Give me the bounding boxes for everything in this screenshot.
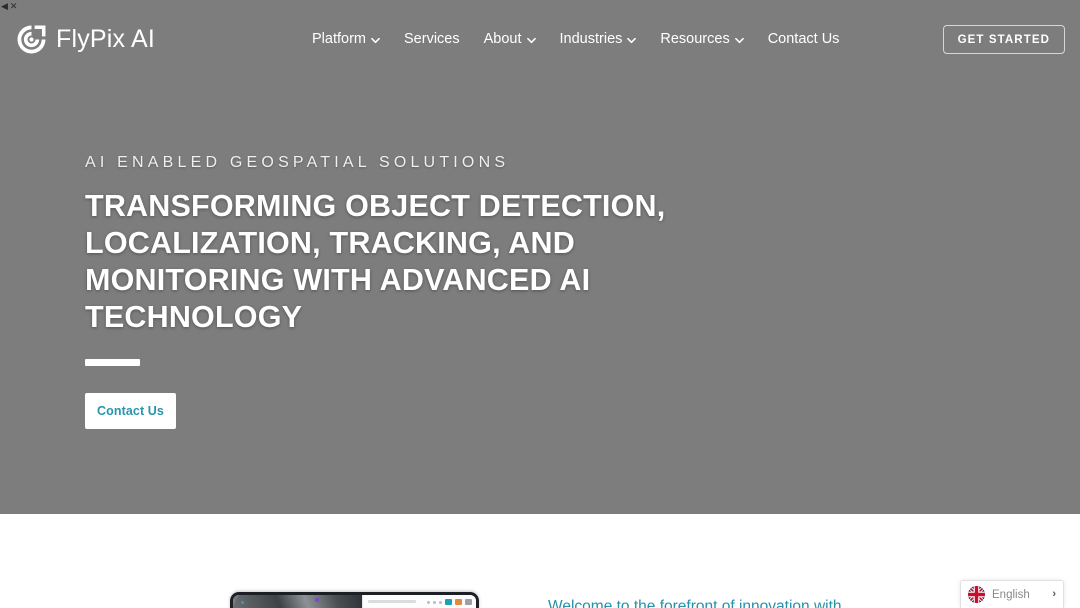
device-chip-teal [445, 599, 452, 605]
speaker-mute-icon[interactable]: ◀ [1, 2, 8, 11]
device-side-panel [361, 595, 476, 608]
map-detection-marker [315, 598, 320, 602]
language-selector[interactable]: English › [960, 580, 1064, 608]
nav-item-resources[interactable]: Resources [648, 28, 755, 50]
dot-icon [433, 600, 436, 604]
nav-item-label: Resources [660, 31, 730, 47]
hero-title: TRANSFORMING OBJECT DETECTION, LOCALIZAT… [85, 189, 666, 334]
nav-item-label: Services [404, 31, 460, 47]
intro-welcome-text: Welcome to the forefront of innovation w… [548, 598, 842, 608]
device-map-preview [233, 595, 362, 608]
chevron-down-icon [734, 36, 744, 45]
chevron-down-icon [627, 36, 637, 45]
main-nav: Platform Services About Industries Resou… [300, 28, 851, 50]
nav-item-services[interactable]: Services [392, 28, 472, 50]
nav-item-label: Platform [312, 31, 366, 47]
flypix-target-logo-icon [16, 24, 47, 55]
map-detection-marker [240, 601, 244, 604]
hero-section: FlyPix AI Platform Services About Indust… [0, 0, 1080, 514]
chevron-down-icon [526, 36, 536, 45]
chevron-right-icon: › [1052, 588, 1056, 600]
dot-icon [439, 600, 442, 604]
intro-section: Welcome to the forefront of innovation w… [0, 514, 1080, 608]
hero-content: AI ENABLED GEOSPATIAL SOLUTIONS TRANSFOR… [85, 152, 725, 429]
nav-item-label: Industries [559, 31, 623, 47]
hero-eyebrow: AI ENABLED GEOSPATIAL SOLUTIONS [85, 154, 510, 171]
close-icon[interactable]: ✕ [10, 2, 18, 11]
nav-item-label: About [483, 31, 522, 47]
site-header: FlyPix AI Platform Services About Indust… [0, 0, 1080, 78]
dot-icon [427, 600, 430, 604]
nav-item-industries[interactable]: Industries [548, 28, 649, 50]
brand-logo-link[interactable]: FlyPix AI [16, 24, 155, 55]
language-label: English [992, 588, 1030, 601]
brand-name: FlyPix AI [56, 25, 156, 53]
nav-item-platform[interactable]: Platform [300, 28, 392, 50]
chevron-down-icon [371, 36, 380, 45]
flypix-app-device-mockup [230, 592, 479, 608]
nav-item-contact-us[interactable]: Contact Us [756, 28, 852, 50]
nav-item-label: Contact Us [767, 31, 840, 47]
hero-contact-us-button[interactable]: Contact Us [85, 393, 176, 429]
uk-flag-icon [968, 586, 985, 603]
device-screen [233, 595, 476, 608]
nav-item-about[interactable]: About [472, 28, 548, 50]
device-panel-icons [427, 599, 472, 605]
video-overlay-controls: ◀ ✕ [0, 0, 27, 13]
get-started-button[interactable]: GET STARTED [942, 25, 1065, 54]
device-search-field [367, 600, 416, 603]
hero-divider [85, 359, 140, 366]
device-chip-gray [465, 599, 472, 605]
page-root: FlyPix AI Platform Services About Indust… [0, 0, 1080, 608]
device-chip-orange [455, 599, 462, 605]
